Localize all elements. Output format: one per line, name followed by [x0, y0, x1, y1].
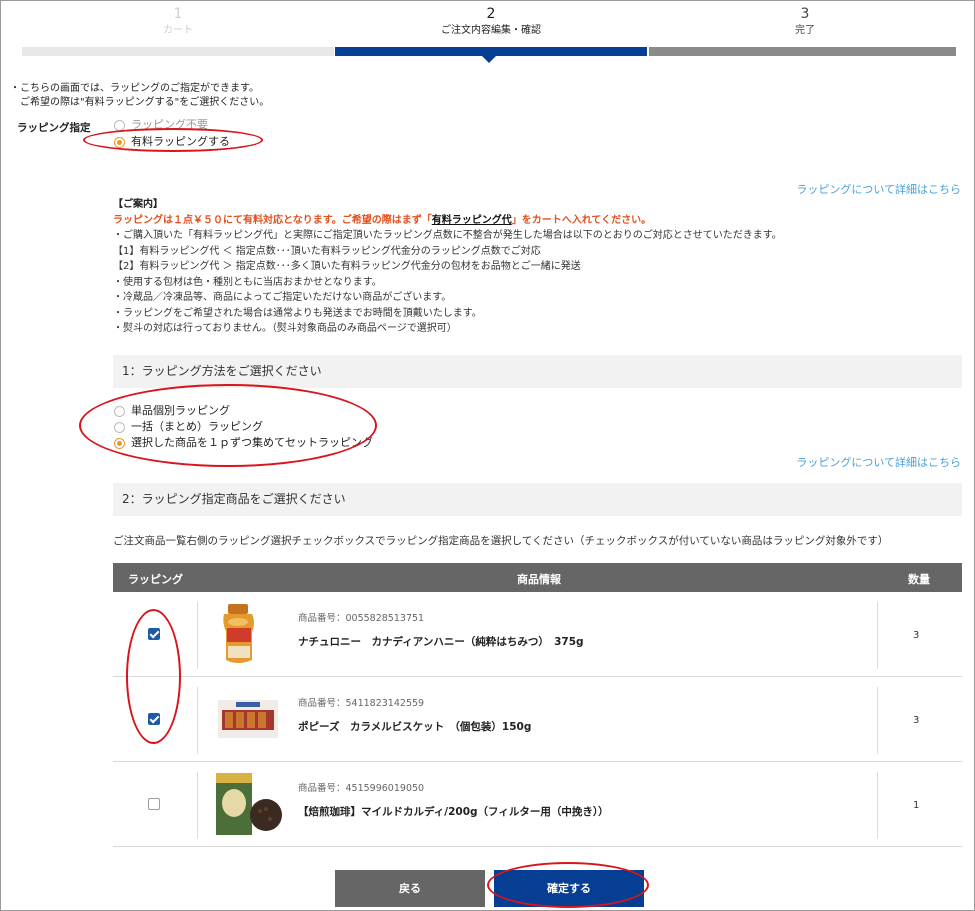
guide-heading: 【ご案内】: [113, 199, 163, 210]
radio-paid-wrapping[interactable]: 有料ラッピングする: [114, 135, 230, 149]
wrapping-checkbox[interactable]: [148, 713, 160, 725]
product-code: 商品番号：4515996019050: [298, 783, 425, 794]
step-number: 2: [486, 6, 496, 22]
intro-text: ・こちらの画面では、ラッピングのご指定ができます。 ご希望の際は"有料ラッピング…: [10, 82, 269, 110]
step-complete: 3 完了: [649, 6, 961, 38]
section-wrapping-items: 2：ラッピング指定商品をご選択ください: [113, 483, 962, 516]
guide-line: ・熨斗の対応は行っておりません。（熨斗対象商品のみ商品ページで選択可）: [113, 323, 457, 334]
section-wrapping-method: 1：ラッピング方法をご選択ください: [113, 355, 962, 388]
table-header: ラッピング 商品情報 数量: [113, 563, 962, 592]
guide-line: ・ご購入頂いた「有料ラッピング代」と実際にご指定頂いたラッピング点数に不整合が発…: [113, 230, 782, 241]
step-edit-confirm: 2 ご注文内容編集・確認: [335, 6, 647, 38]
divider: [877, 772, 878, 839]
product-qty: 1: [913, 800, 920, 811]
radio-checked-icon[interactable]: [114, 136, 125, 148]
product-qty: 3: [913, 630, 920, 641]
guide-warning: ラッピングは１点￥５０にて有料対応となります。ご希望の際はまず「有料ラッピング代…: [113, 213, 782, 229]
divider: [877, 687, 878, 754]
confirm-button[interactable]: 確定する: [494, 870, 644, 907]
wrapping-detail-link[interactable]: ラッピングについて詳細はこちら: [796, 454, 961, 470]
product-image-coffee: [216, 773, 282, 835]
radio-circle-icon[interactable]: [114, 421, 125, 433]
back-button[interactable]: 戻る: [335, 870, 485, 907]
progress-bar-step2: [335, 47, 647, 56]
paid-wrapping-link[interactable]: 有料ラッピング代: [432, 215, 512, 226]
guide-line: 【1】有料ラッピング代 ＜ 指定点数･･･頂いた有料ラッピング代金分のラッピング…: [113, 245, 541, 257]
step-number: 3: [800, 6, 810, 22]
radio-label: 単品個別ラッピング: [131, 404, 230, 417]
warning-text: ラッピングは１点￥５０にて有料対応となります。ご希望の際はまず「: [113, 214, 432, 226]
step-number: 1: [173, 6, 183, 22]
product-image-biscuit: [218, 700, 278, 738]
guide-line: ・使用する包材は色・種別ともに当店おまかせとなります。: [113, 276, 382, 288]
product-name[interactable]: ナチュロニー カナディアンハニー（純粋はちみつ） 375g: [298, 634, 584, 649]
product-code: 商品番号：0055828513751: [298, 613, 425, 624]
step-label: カート: [163, 25, 193, 36]
wrapping-detail-link[interactable]: ラッピングについて詳細はこちら: [796, 181, 961, 197]
guide-block: 【ご案内】 ラッピングは１点￥５０にて有料対応となります。ご希望の際はまず「有料…: [113, 197, 782, 337]
progress-bar-step3: [649, 47, 956, 56]
guide-line: ・ラッピングをご希望された場合は通常よりも発送までお時間を頂戴いたします。: [113, 307, 482, 319]
divider: [197, 602, 198, 669]
guide-line: ・冷蔵品／冷凍品等、商品によってご指定いただけない商品がございます。: [113, 292, 452, 303]
radio-label: ラッピング不要: [131, 118, 208, 131]
warning-text: 」をカートへ入れてください。: [511, 214, 652, 226]
table-row: 商品番号：5411823142559 ポピーズ カラメルビスケット （個包装）1…: [113, 678, 962, 762]
radio-label: 選択した商品を１ｐずつ集めてセットラッピング: [131, 436, 373, 449]
radio-label: 有料ラッピングする: [131, 135, 230, 148]
intro-line: ご希望の際は"有料ラッピングする"をご選択ください。: [20, 97, 270, 108]
product-code: 商品番号：5411823142559: [298, 698, 425, 709]
step-label: ご注文内容編集・確認: [441, 25, 541, 36]
product-qty: 3: [913, 715, 920, 726]
radio-set-wrapping[interactable]: 選択した商品を１ｐずつ集めてセットラッピング: [114, 436, 373, 450]
divider: [197, 772, 198, 839]
wrapping-checkbox[interactable]: [148, 798, 160, 810]
radio-circle-icon[interactable]: [114, 405, 125, 417]
step-label: 完了: [795, 25, 815, 36]
radio-circle-icon[interactable]: [114, 119, 125, 131]
wrapping-label: ラッピング指定: [17, 122, 91, 134]
table-row: 商品番号：4515996019050 【焙煎珈琲】マイルドカルディ/200g（フ…: [113, 763, 962, 847]
intro-line: ・こちらの画面では、ラッピングのご指定ができます。: [10, 83, 259, 94]
column-header-wrapping: ラッピング: [128, 573, 183, 586]
column-header-product: 商品情報: [517, 573, 561, 586]
divider: [197, 687, 198, 754]
divider: [877, 602, 878, 669]
radio-bulk-wrapping[interactable]: 一括（まとめ）ラッピング: [114, 420, 263, 434]
radio-label: 一括（まとめ）ラッピング: [131, 420, 263, 433]
wrapping-items-note: ご注文商品一覧右側のラッピング選択チェックボックスでラッピング指定商品を選択して…: [113, 535, 889, 547]
guide-line: 【2】有料ラッピング代 ＞ 指定点数･･･多く頂いた有料ラッピング代金分の包材を…: [113, 261, 581, 272]
radio-no-wrapping[interactable]: ラッピング不要: [114, 118, 208, 132]
step-cart: 1 カート: [22, 6, 334, 38]
radio-individual-wrapping[interactable]: 単品個別ラッピング: [114, 404, 230, 418]
progress-bar-step1: [22, 47, 334, 56]
current-step-arrow-icon: [482, 56, 496, 63]
wrapping-checkbox[interactable]: [148, 628, 160, 640]
product-name[interactable]: ポピーズ カラメルビスケット （個包装）150g: [298, 719, 531, 734]
radio-checked-icon[interactable]: [114, 437, 125, 449]
column-header-qty: 数量: [908, 573, 930, 586]
product-name[interactable]: 【焙煎珈琲】マイルドカルディ/200g（フィルター用（中挽き））: [298, 804, 609, 819]
table-row: 商品番号：0055828513751 ナチュロニー カナディアンハニー（純粋はち…: [113, 593, 962, 677]
product-image-honey: [223, 604, 254, 663]
